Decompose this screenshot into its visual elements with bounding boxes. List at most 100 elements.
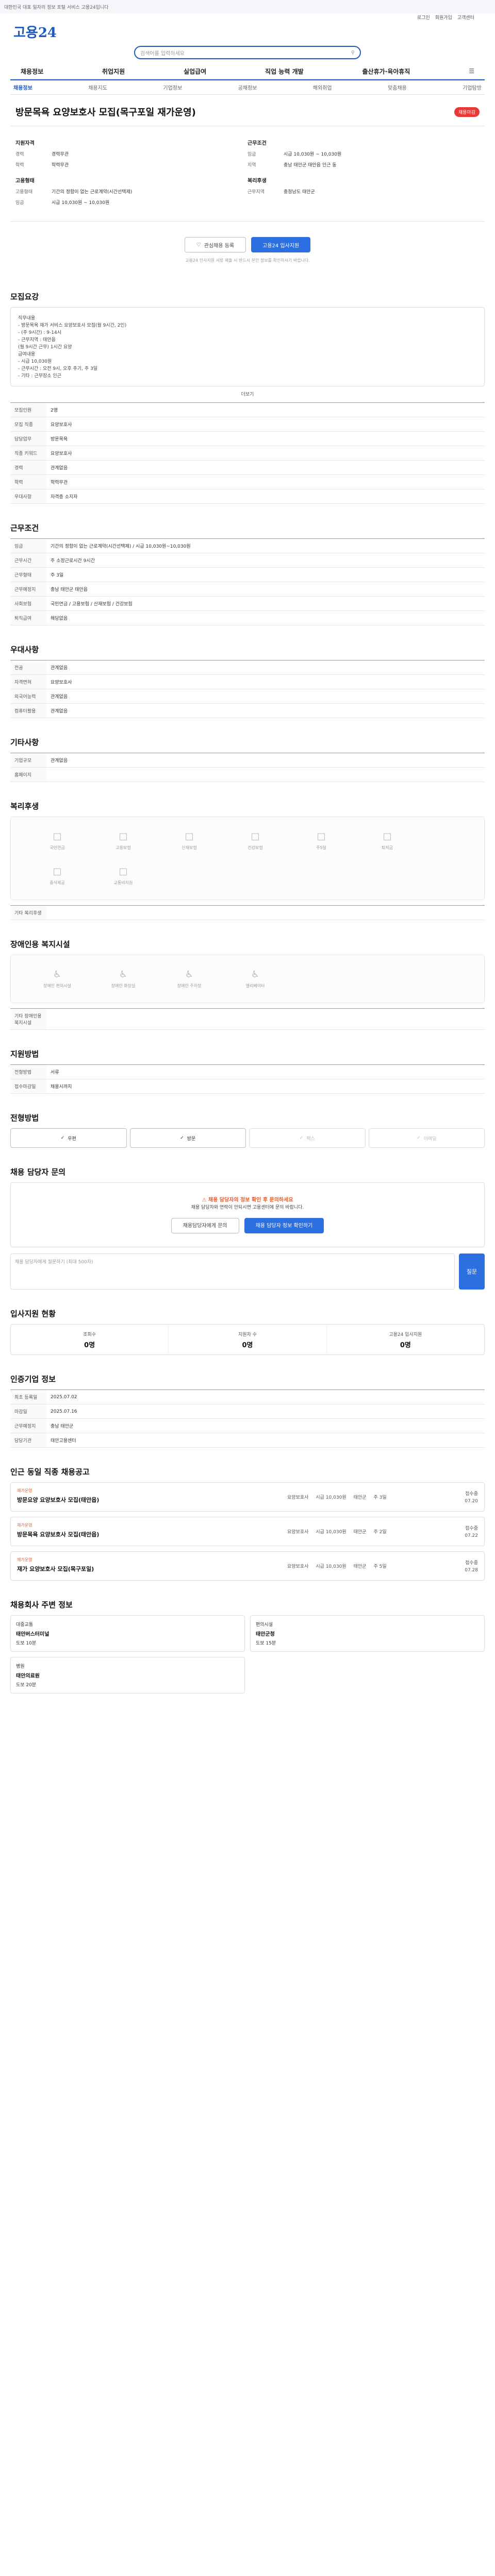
section-title: 입사지원 현황 (10, 1309, 56, 1318)
status-badge: 채용마감 (454, 107, 480, 117)
gnb-item-unemployment[interactable]: 실업급여 (184, 67, 206, 76)
benefit-icon: □ (53, 831, 62, 842)
table-row: 근무형태 주 3일 (10, 568, 485, 582)
item-meta-value: 시급 10,030원 (316, 1495, 346, 1500)
scrap-button[interactable]: ♡ 관심채용 등록 (184, 237, 246, 252)
item-meta-value: 요양보호사 (287, 1564, 309, 1569)
grid-key: 근무예정지 (10, 582, 46, 596)
contact-box: ⚠ 채용 담당자의 정보 확인 후 문의하세요 채용 담당자와 연락이 안되시면… (10, 1182, 485, 1247)
benefit-icon: □ (383, 831, 392, 842)
list-item[interactable]: 재가운영 재가 요양보호사 모집(목구포일) 요양보호사 시급 10,030원 태안군 주… (10, 1551, 485, 1581)
subnav-public[interactable]: 공채정보 (238, 83, 257, 91)
nearby-tag: 대중교통 (16, 1622, 34, 1628)
grid-key: 근무예정지 (10, 1419, 46, 1433)
section-title: 채용회사 주변 정보 (10, 1600, 73, 1609)
nearby-card[interactable]: 병원 태안의료원 도보 20분 (10, 1657, 245, 1693)
question-row: 채용 담당자에게 질문하기 (최대 500자) 질문 (10, 1253, 485, 1290)
history-grid: 최초 등록일 2025.07.02 마감일 2025.07.16 근무예정지 충남 태안군… (10, 1389, 485, 1448)
stats-section: 입사지원 현황 조회수 0명 지원자 수 0명 고용24 입사지원 0명 (10, 1308, 485, 1355)
search-input[interactable]: 검색어를 입력하세요 ⚲ (134, 46, 361, 59)
search-icon[interactable]: ⚲ (351, 50, 355, 56)
table-row: 학력 학력무관 (10, 475, 485, 489)
recruit-line: 직무내용 (18, 316, 36, 321)
contact-warning: ⚠ 채용 담당자의 정보 확인 후 문의하세요 (24, 1196, 471, 1204)
grid-key: 담당기관 (10, 1433, 46, 1447)
recruit-line: - 기타 : 근무장소 인근 (18, 374, 61, 379)
item-right-value: 07.22 (465, 1533, 478, 1538)
help-link[interactable]: 고객센터 (457, 14, 474, 21)
grid-value: 관계없음 (51, 694, 68, 700)
item-meta-value: 주 5일 (373, 1564, 387, 1569)
stat-item: 조회수 0명 (11, 1325, 169, 1354)
contact-info-button[interactable]: 채용 담당자 정보 확인하기 (244, 1218, 324, 1233)
menu-icon[interactable]: ☰ (469, 67, 474, 75)
list-item[interactable]: 재가운영 방문목욕 요양보호사 모집(태안읍) 요양보호사 시급 10,030원 태안군… (10, 1517, 485, 1546)
item-right-value: 접수중 (465, 1561, 478, 1566)
nearby-title: 태안군청 (256, 1632, 275, 1637)
grid-key: 모집인원 (10, 403, 46, 417)
summary-row: 학력 학력무관 (15, 162, 248, 169)
table-row: 직종 키워드 요양보호사 (10, 446, 485, 461)
contact-ask-button[interactable]: 채용담당자에게 문의 (171, 1218, 239, 1233)
nearby-card[interactable]: 편의시설 태안군청 도보 15분 (250, 1615, 485, 1652)
subnav-company[interactable]: 기업정보 (163, 83, 182, 91)
item-meta-value: 요양보호사 (287, 1530, 309, 1535)
subnav-map[interactable]: 채용지도 (88, 83, 107, 91)
summary-key: 경력 (15, 152, 24, 157)
job-header: 방문목욕 요양보호사 모집(목구포일 재가운영) 채용마감 (10, 95, 485, 126)
item-title[interactable]: 방문목욕 요양보호사 모집(태안읍) (17, 1530, 287, 1538)
table-row: 외국어능력 관계없음 (10, 689, 485, 704)
question-submit-button[interactable]: 질문 (459, 1253, 485, 1290)
section-title: 모집요강 (10, 292, 39, 301)
subnav-custom[interactable]: 맞춤채용 (388, 83, 407, 91)
summary-value: 시급 10,030원 ~ 10,030원 (52, 200, 110, 206)
apply-button[interactable]: 고용24 입사지원 (251, 237, 311, 252)
benefit-icon: □ (317, 831, 326, 842)
benefit-icon: □ (251, 831, 260, 842)
gnb-item-training[interactable]: 직업 능력 개발 (265, 67, 304, 76)
subnav-visit[interactable]: 기업탐방 (463, 83, 482, 91)
item-left: 재가운영 재가 요양보호사 모집(목구포일) (17, 1557, 287, 1575)
question-input[interactable]: 채용 담당자에게 질문하기 (최대 500자) (10, 1253, 455, 1290)
grid-value: 국민연금 / 고용보험 / 산재보험 / 건강보험 (51, 602, 133, 607)
gnb-item-support[interactable]: 취업지원 (102, 67, 125, 76)
benefit-label: 건강보험 (248, 845, 263, 850)
subnav-overseas[interactable]: 해외취업 (313, 83, 332, 91)
login-link[interactable]: 로그인 (417, 14, 430, 21)
more-button[interactable]: 더보기 (10, 391, 485, 397)
sub-nav: 채용정보 채용지도 기업정보 공채정보 해외취업 맞춤채용 기업탐방 (10, 80, 485, 95)
benefit-section: 우대사항 전공 관계없음 자격면허 요양보호사 외국어능력 관계없음 컴퓨터활용 관계없음 (10, 644, 485, 718)
stats-box: 조회수 0명 지원자 수 0명 고용24 입사지원 0명 (10, 1324, 485, 1355)
apply-method-item: ✓ 팩스 (249, 1128, 366, 1148)
grid-key: 최초 등록일 (10, 1390, 46, 1404)
table-row: 접수마감일 채용시까지 (10, 1079, 485, 1094)
benefit-grid: 전공 관계없음 자격면허 요양보호사 외국어능력 관계없음 컴퓨터활용 관계없음 (10, 660, 485, 718)
grid-value: 관계없음 (51, 758, 68, 764)
apply-grid: 전형방법 서류 접수마감일 채용시까지 (10, 1064, 485, 1094)
stat-value: 0명 (242, 1342, 253, 1349)
signup-link[interactable]: 회원가입 (435, 14, 452, 21)
item-right: 접수중 07.20 (442, 1488, 478, 1506)
logo[interactable]: 고용24 (13, 22, 57, 41)
nearby-card[interactable]: 대중교통 태안버스터미널 도보 10분 (10, 1615, 245, 1652)
item-tag: 재가운영 (17, 1523, 32, 1528)
summary-key: 근무지역 (248, 190, 265, 195)
gnb-item-jobs[interactable]: 채용정보 (21, 67, 43, 76)
apply-label: 고용24 입사지원 (262, 243, 300, 249)
item-title[interactable]: 방문요양 요양보호사 모집(태안읍) (17, 1496, 287, 1504)
grid-value: 요양보호사 (51, 680, 72, 685)
gnb-item-leave[interactable]: 출산휴가·육아휴직 (362, 67, 410, 76)
apply-method-item: ✓ 우편 (10, 1128, 127, 1148)
nearby-list: 대중교통 태안버스터미널 도보 10분 편의시설 태안군청 도보 15분 병원 태안의료원 도보… (10, 1615, 485, 1693)
benefit-label: 고용보험 (116, 845, 131, 850)
item-right: 접수중 07.28 (442, 1557, 478, 1575)
grid-key: 컴퓨터활용 (10, 704, 46, 718)
table-row: 퇴직급여 해당없음 (10, 611, 485, 625)
subnav-jobs[interactable]: 채용정보 (13, 83, 32, 91)
summary-row: 경력 경력무관 (15, 151, 248, 158)
list-item[interactable]: 재가운영 방문요양 요양보호사 모집(태안읍) 요양보호사 시급 10,030원 태안군… (10, 1482, 485, 1512)
recommend-section: 인근 동일 직종 채용공고 재가운영 방문요양 요양보호사 모집(태안읍) 요양보호… (10, 1466, 485, 1581)
grid-value: 채용시까지 (51, 1084, 72, 1090)
item-meta-value: 태안군 (353, 1564, 367, 1569)
item-title[interactable]: 재가 요양보호사 모집(목구포일) (17, 1565, 287, 1573)
